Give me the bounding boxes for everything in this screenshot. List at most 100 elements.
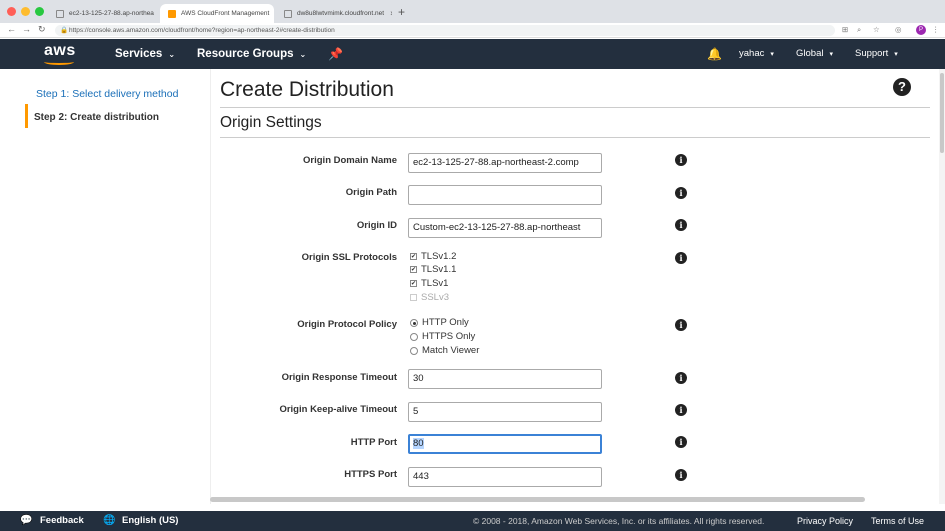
address-bar-row: ← → ↻ 🔒 https://console.aws.amazon.com/c…: [0, 23, 945, 38]
ssl-sslv3-checkbox[interactable]: SSLv3: [410, 292, 449, 303]
maximize-window-button[interactable]: [35, 7, 44, 16]
protocol-match-viewer-radio[interactable]: Match Viewer: [410, 345, 479, 356]
url-bar[interactable]: 🔒 https://console.aws.amazon.com/cloudfr…: [55, 25, 835, 36]
forward-icon[interactable]: →: [22, 24, 31, 34]
ssl-tlsv11-checkbox[interactable]: ✔ TLSv1.1: [410, 264, 456, 275]
help-icon[interactable]: ?: [893, 78, 911, 96]
main-content: Create Distribution ? Origin Settings Or…: [210, 69, 935, 504]
scrollbar-thumb[interactable]: [940, 73, 944, 153]
https-port-label: HTTPS Port: [344, 469, 397, 480]
feedback-link[interactable]: Feedback: [40, 511, 84, 531]
http-port-input[interactable]: 80: [408, 434, 602, 454]
console-footer: 💬 Feedback 🌐 English (US) © 2008 - 2018,…: [0, 511, 945, 531]
browser-tab-ec2[interactable]: ec2-13-125-27-88.ap-northea ×: [48, 4, 158, 23]
checkbox-checked-icon: ✔: [410, 280, 417, 287]
vertical-scrollbar[interactable]: [939, 69, 945, 504]
radio-empty-icon: [410, 346, 418, 355]
origin-path-label: Origin Path: [345, 187, 397, 198]
support-menu[interactable]: Support ▾: [855, 39, 898, 69]
support-label: Support: [855, 48, 889, 59]
bell-icon[interactable]: 🔔: [707, 39, 722, 69]
origin-domain-name-input[interactable]: ec2-13-125-27-88.ap-northeast-2.comp: [408, 153, 602, 173]
tab-label: dw8u8lwtvmimk.cloudfront.net: [297, 10, 385, 17]
browser-tab-cloudfront-net[interactable]: dw8u8lwtvmimk.cloudfront.net ×: [276, 4, 392, 23]
browser-tab-cloudfront[interactable]: AWS CloudFront Management ×: [160, 4, 274, 23]
resource-groups-menu[interactable]: Resource Groups ⌄: [197, 39, 306, 69]
origin-response-timeout-input[interactable]: 30: [408, 369, 602, 389]
radio-label: Match Viewer: [422, 345, 480, 356]
checkbox-checked-icon: ✔: [410, 266, 417, 273]
info-icon[interactable]: i: [675, 372, 687, 384]
terms-of-use-link[interactable]: Terms of Use: [871, 511, 924, 531]
checkbox-empty-icon: [410, 294, 417, 301]
page-title: Create Distribution: [220, 78, 394, 101]
close-window-button[interactable]: [7, 7, 16, 16]
url-text: https://console.aws.amazon.com/cloudfron…: [69, 27, 335, 34]
page-icon: [56, 9, 64, 18]
chevron-down-icon: ⌄: [168, 50, 176, 59]
info-icon[interactable]: i: [675, 404, 687, 416]
new-tab-icon[interactable]: +: [398, 5, 405, 19]
divider: [220, 107, 930, 108]
protocol-https-only-radio[interactable]: HTTPS Only: [410, 331, 475, 342]
section-title: Origin Settings: [220, 114, 322, 131]
origin-id-input[interactable]: Custom-ec2-13-125-27-88.ap-northeast: [408, 218, 602, 238]
origin-response-timeout-label: Origin Response Timeout: [281, 372, 397, 383]
horizontal-scrollbar[interactable]: [210, 497, 865, 502]
active-step-indicator: [25, 104, 28, 128]
info-icon[interactable]: i: [675, 469, 687, 481]
radio-selected-icon: [410, 318, 418, 327]
checkbox-label: TLSv1: [421, 278, 449, 289]
close-tab-icon[interactable]: ×: [384, 9, 392, 18]
privacy-policy-link[interactable]: Privacy Policy: [797, 511, 853, 531]
info-icon[interactable]: i: [675, 219, 687, 231]
aws-favicon-icon: [168, 9, 176, 18]
origin-path-input[interactable]: [408, 185, 602, 205]
extension-icon[interactable]: ◎: [895, 25, 902, 34]
checkbox-checked-icon: ✔: [410, 253, 417, 260]
profile-avatar[interactable]: P: [916, 25, 926, 35]
origin-ssl-protocols-label: Origin SSL Protocols: [301, 252, 397, 263]
aws-logo[interactable]: aws: [44, 42, 76, 60]
info-icon[interactable]: i: [675, 252, 687, 264]
tab-label: ec2-13-125-27-88.ap-northea: [69, 10, 154, 17]
origin-keepalive-timeout-input[interactable]: 5: [408, 402, 602, 422]
region-menu[interactable]: Global ▾: [796, 39, 833, 69]
minimize-window-button[interactable]: [21, 7, 30, 16]
info-icon[interactable]: i: [675, 436, 687, 448]
aws-nav-bar: aws Services ⌄ Resource Groups ⌄ 📌 🔔 yahac…: [0, 39, 945, 69]
https-port-input[interactable]: 443: [408, 467, 602, 487]
aws-logo-smile-icon: [44, 59, 74, 65]
info-icon[interactable]: i: [675, 319, 687, 331]
zoom-icon[interactable]: ⌕: [857, 25, 861, 35]
origin-keepalive-timeout-label: Origin Keep-alive Timeout: [279, 404, 397, 415]
ssl-tlsv1-checkbox[interactable]: ✔ TLSv1: [410, 278, 448, 289]
protocol-http-only-radio[interactable]: HTTP Only: [410, 317, 469, 328]
pin-icon[interactable]: 📌: [328, 39, 343, 69]
bookmark-star-icon[interactable]: ☆: [873, 25, 880, 34]
selected-text: 80: [413, 438, 424, 449]
chevron-down-icon: ▾: [829, 51, 833, 58]
radio-label: HTTP Only: [422, 317, 469, 328]
reload-icon[interactable]: ↻: [38, 24, 46, 35]
wizard-sidebar: Step 1: Select delivery method Step 2: C…: [0, 69, 210, 504]
globe-icon: 🌐: [103, 515, 116, 526]
close-tab-icon[interactable]: ×: [269, 9, 274, 18]
origin-domain-name-label: Origin Domain Name: [303, 155, 397, 166]
info-icon[interactable]: i: [675, 154, 687, 166]
back-icon[interactable]: ←: [7, 24, 16, 34]
user-menu[interactable]: yahac ▾: [739, 39, 774, 69]
browser-menu-icon[interactable]: ⋮: [932, 25, 940, 34]
checkbox-label: TLSv1.1: [421, 264, 457, 275]
services-menu[interactable]: Services ⌄: [115, 39, 175, 69]
radio-label: HTTPS Only: [422, 331, 476, 342]
ssl-tlsv12-checkbox[interactable]: ✔ TLSv1.2: [410, 251, 456, 262]
translate-icon[interactable]: ⊞: [842, 25, 848, 34]
info-icon[interactable]: i: [675, 187, 687, 199]
language-selector[interactable]: English (US): [122, 511, 178, 531]
step-1-link[interactable]: Step 1: Select delivery method: [36, 88, 178, 100]
window-controls: [7, 7, 44, 16]
copyright-text: © 2008 - 2018, Amazon Web Services, Inc.…: [473, 516, 765, 526]
checkbox-label: SSLv3: [421, 292, 449, 303]
close-tab-icon[interactable]: ×: [154, 9, 158, 18]
